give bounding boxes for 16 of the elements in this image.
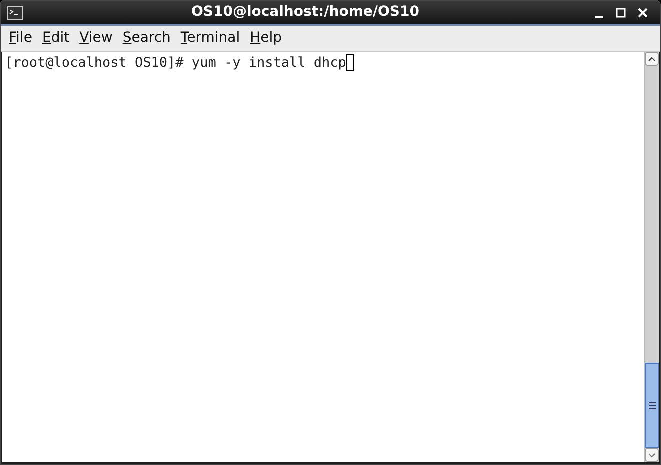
menu-item[interactable]: Edit [37, 28, 75, 49]
scrollbar[interactable] [644, 52, 659, 462]
menu-item[interactable]: View [74, 28, 118, 49]
menu-item[interactable]: Terminal [176, 28, 246, 49]
scroll-down-icon[interactable] [645, 448, 659, 462]
menu-item[interactable]: Search [118, 28, 176, 49]
menu-item[interactable]: File [4, 28, 38, 49]
close-icon[interactable] [638, 8, 648, 18]
scroll-up-icon[interactable] [645, 52, 659, 66]
terminal-icon [7, 6, 23, 20]
menu-item[interactable]: Help [245, 28, 288, 49]
terminal-line: [root@localhost OS10]# yum -y install dhcp [5, 55, 346, 71]
window-title: OS10@localhost:/home/OS10 [192, 4, 420, 20]
maximize-icon[interactable] [616, 8, 626, 18]
scroll-thumb[interactable] [645, 363, 659, 448]
text-cursor [346, 54, 354, 71]
